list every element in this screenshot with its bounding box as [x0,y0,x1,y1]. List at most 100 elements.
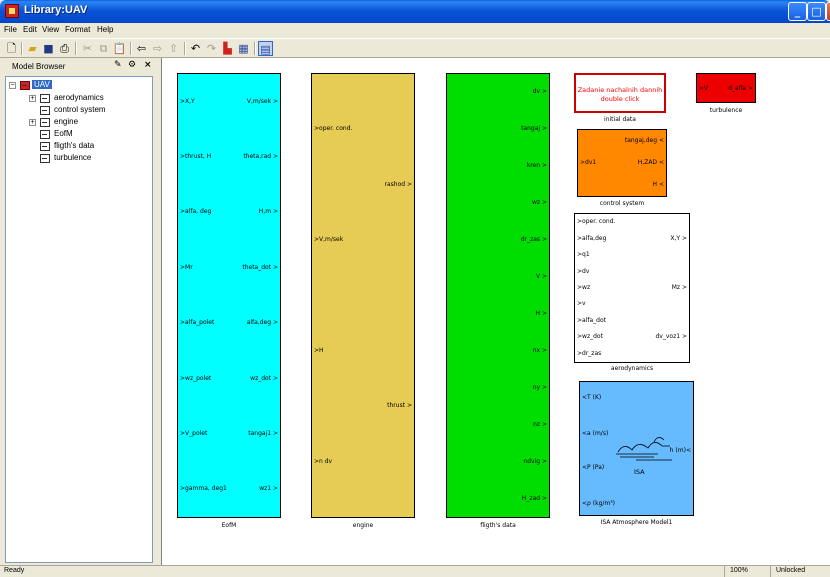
lock-status: Unlocked [776,567,806,574]
toolbar: 🗋 ▰ ■ ⎙ ✂ ⧉ 📋 ⇦ ⇨ ⇧ ↶ ↷ ▙ ▦ ▤ [0,38,830,58]
block-name-aerodynamics: aerodynamics [610,365,654,372]
tree-label: engine [54,117,79,126]
flight-data-block[interactable]: dv tangaj kren wz dr_zas V Hnx ny nz ndvig H_zad [446,73,550,518]
port-in: v [577,300,586,308]
port-out: dv [533,88,547,96]
menu-format[interactable]: Format [65,25,90,34]
status-text: Ready [4,567,25,574]
port-out: dv_voz1 [656,333,688,341]
cut-icon[interactable]: ✂ [80,41,95,56]
cloud-icon [616,437,672,461]
port-in: gamma, deg1 [180,485,227,493]
menu-bar: File Edit View Format Help [0,23,830,38]
port-out: wz1 [259,485,278,493]
subsystem-icon [40,94,50,103]
turbulence-block[interactable]: V d_alfa [696,73,756,103]
port-in: oper. cond. [314,125,352,133]
menu-edit[interactable]: Edit [23,25,37,34]
expand-icon[interactable]: + [29,119,36,126]
port-out: theta_dot [242,264,278,272]
initial-data-line2: double click [600,95,640,103]
port-in: wz [577,284,590,292]
expand-icon[interactable]: + [29,95,36,102]
menu-help[interactable]: Help [97,25,113,34]
port-in: wz_polet [180,375,211,383]
model-explorer-icon[interactable]: ▦ [236,41,251,56]
port-out: ny [533,384,547,392]
port-out: H [653,181,664,189]
tree-label: EofM [54,129,73,138]
open-icon[interactable]: ▰ [25,41,40,56]
port-out: wz_dot [250,375,278,383]
port-in: alfa, deg [180,208,211,216]
port-in: alfa,deg [577,235,606,243]
port-out: V [536,273,547,281]
subsystem-icon [40,106,50,115]
model-browser-title: Model Browser [12,62,66,71]
isa-center-label: ISA [634,468,645,476]
subsystem-icon [40,154,50,163]
back-icon[interactable]: ⇦ [134,41,149,56]
port-in: Mr [180,264,193,272]
menu-file[interactable]: File [4,25,17,34]
print-icon[interactable]: ⎙ [57,41,72,56]
simulink-app-icon [5,4,19,18]
port-out: X,Y [670,235,687,243]
minimize-button[interactable]: _ [788,2,807,21]
port-in: wz_dot [577,333,603,341]
new-icon[interactable]: 🗋 [4,41,19,56]
engine-block[interactable]: oper. cond. V,m/sek Hn dv rashod thrust [311,73,415,518]
model-icon [20,81,30,90]
close-button[interactable]: × [826,2,830,21]
port-out: H,m [259,208,278,216]
subsystem-icon [40,118,50,127]
zoom-level: 100% [730,567,748,574]
port-out: <ρ (kg/m³) [582,500,615,507]
show-masked-icon[interactable]: ⚙ [128,60,136,70]
aerodynamics-block[interactable]: oper. cond. alfa,deg q1 dv wz v alfa_dot wz_dot… [574,213,690,363]
port-out: <T (K) [582,394,602,401]
model-browser-pane: Model Browser ✎ ⚙ × − UAV + aerodynamics… [0,58,156,565]
eofm-block[interactable]: X,Y thrust, H alfa, deg Mr alfa_polet wz_pole… [177,73,281,518]
tree-label: fligth's data [54,141,95,150]
port-out: wz [532,199,547,207]
model-browser-header: Model Browser ✎ ⚙ × [0,58,156,75]
port-in: thrust, H [180,153,211,161]
collapse-icon[interactable]: − [9,82,16,89]
block-name-control-system: control system [599,200,645,207]
port-out: d_alfa [728,85,753,93]
save-icon[interactable]: ■ [41,41,56,56]
port-out: H_zad [522,495,547,503]
up-icon[interactable]: ⇧ [166,41,181,56]
library-icon[interactable]: ▙ [220,41,235,56]
model-browser-icon[interactable]: ▤ [258,41,273,56]
port-out: H,ZAD [638,159,664,167]
isa-atmosphere-block[interactable]: <T (K) <a (m/s) <P (Pa) <ρ (kg/m³) h (m)… [579,381,694,516]
port-out: thrust [387,402,412,410]
port-out: tangaj1 [248,430,278,438]
redo-icon[interactable]: ↷ [204,41,219,56]
subsystem-icon [40,130,50,139]
port-out: <P (Pa) [582,464,605,471]
forward-icon[interactable]: ⇨ [150,41,165,56]
copy-icon[interactable]: ⧉ [96,41,111,56]
port-in: dv [577,268,589,276]
menu-view[interactable]: View [42,25,59,34]
undo-icon[interactable]: ↶ [188,41,203,56]
control-system-block[interactable]: dv1 tangaj,deg H,ZAD H [577,129,667,197]
close-pane-icon[interactable]: × [144,60,152,70]
maximize-button[interactable]: □ [807,2,826,21]
show-library-links-icon[interactable]: ✎ [114,60,122,70]
port-in: V [699,85,708,93]
status-bar: Ready 100% Unlocked [0,565,830,577]
port-out: nz [533,421,547,429]
model-tree: − UAV + aerodynamics control system + en… [5,76,153,563]
initial-data-block[interactable]: Zadanie nachalnih dannih double click [574,73,666,113]
block-name-eofm: EofM [221,522,237,529]
port-in: V,m/sek [314,236,343,244]
port-out: ndvig [523,458,547,466]
paste-icon[interactable]: 📋 [112,41,127,56]
port-in: n dv [314,458,332,466]
tree-label: control system [54,105,106,114]
block-name-isa: ISA Atmosphere Model1 [600,519,673,526]
